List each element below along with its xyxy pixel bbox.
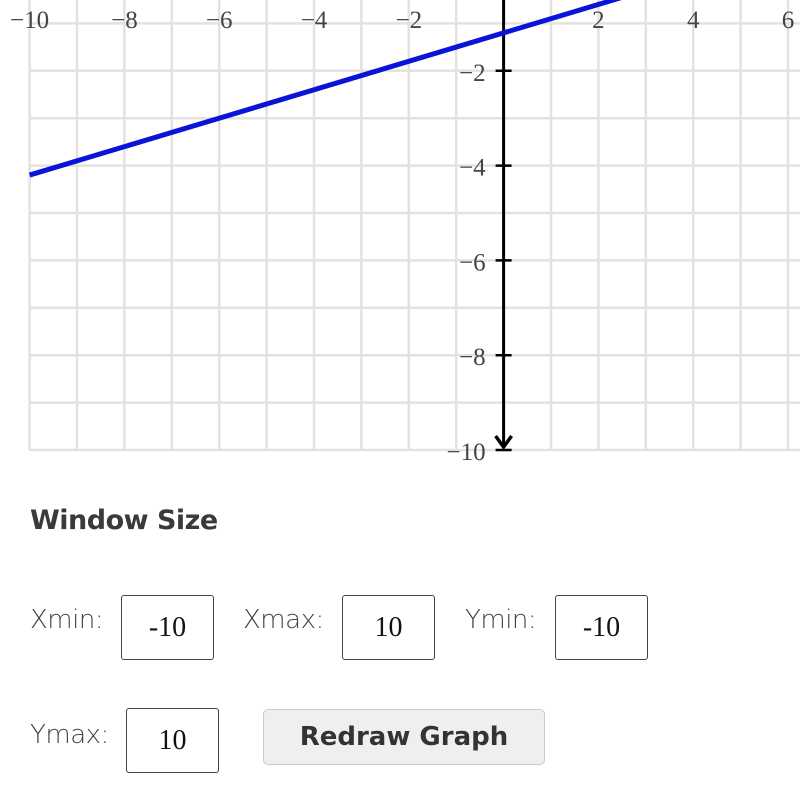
graph-canvas: −10 −8 −6 −4 −2 2 4 6 −2 −4 −6 −8 −10	[10, 0, 800, 466]
x-tick-label: 2	[592, 7, 605, 34]
xmax-label: Xmax:	[243, 605, 324, 635]
x-tick-label: 6	[782, 7, 795, 34]
window-size-heading: Window Size	[30, 505, 218, 536]
y-tick-label: −8	[459, 344, 486, 371]
x-tick-label: −8	[111, 7, 138, 34]
x-tick-label: −2	[395, 7, 422, 34]
xmin-input[interactable]	[121, 595, 214, 660]
ymax-input[interactable]	[126, 708, 219, 773]
y-tick-label: −10	[446, 439, 485, 466]
grid	[28, 0, 800, 452]
y-tick-label: −2	[459, 60, 486, 87]
ymax-label: Ymax:	[30, 720, 109, 750]
ymin-input[interactable]	[555, 595, 648, 660]
redraw-graph-button[interactable]: Redraw Graph	[263, 709, 545, 765]
ymin-label: Ymin:	[465, 605, 537, 635]
y-tick-label: −6	[459, 249, 486, 276]
x-tick-label: 4	[687, 7, 700, 34]
xmin-label: Xmin:	[30, 605, 104, 635]
axes	[494, 0, 514, 452]
x-tick-label: −10	[10, 7, 49, 34]
x-tick-label: −4	[301, 7, 328, 34]
xmax-input[interactable]	[342, 595, 435, 660]
x-tick-label: −6	[206, 7, 233, 34]
y-tick-label: −4	[459, 155, 486, 182]
tick-labels: −10 −8 −6 −4 −2 2 4 6 −2 −4 −6 −8 −10	[10, 7, 794, 466]
